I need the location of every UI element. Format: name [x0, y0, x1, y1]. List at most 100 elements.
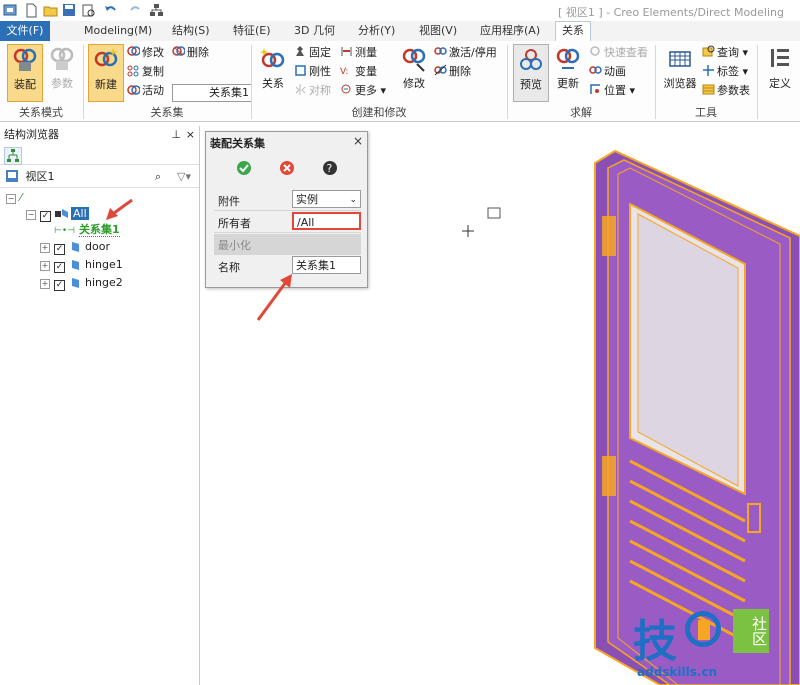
- tab-modeling[interactable]: Modeling(M): [78, 22, 158, 40]
- expand-icon[interactable]: +: [40, 261, 50, 271]
- modify-button[interactable]: 修改: [127, 45, 164, 61]
- tree-item-relation-set[interactable]: ⊢•⊣ 关系集1: [54, 222, 120, 238]
- attachment-value: 实例: [296, 193, 318, 206]
- ribbon-tabs: 文件(F) Modeling(M) 结构(S) 特征(E) 3D 几何 分析(Y…: [0, 21, 800, 42]
- print-preview-icon[interactable]: [81, 3, 96, 18]
- browser-title: 结构浏览器: [4, 128, 59, 141]
- redo-icon[interactable]: [128, 3, 143, 18]
- binoculars-icon[interactable]: ⌕: [155, 167, 161, 187]
- update-label: 更新: [557, 77, 579, 90]
- dialog-close-icon[interactable]: ×: [353, 134, 363, 148]
- tree-root[interactable]: − ⁄: [6, 190, 22, 206]
- undo-icon[interactable]: [103, 3, 118, 18]
- delete-button[interactable]: 删除: [172, 45, 209, 61]
- checkbox[interactable]: ✓: [54, 262, 65, 273]
- tab-structure[interactable]: 结构(S): [166, 22, 216, 40]
- label-button[interactable]: 标签 ▾: [702, 64, 748, 80]
- save-icon[interactable]: [62, 3, 77, 18]
- copy-button[interactable]: 复制: [127, 64, 164, 80]
- tab-analysis[interactable]: 分析(Y): [352, 22, 401, 40]
- new-set-icon: [93, 47, 119, 73]
- part-icon: [69, 240, 85, 252]
- rigid-button[interactable]: 刚性: [294, 64, 331, 80]
- annotation-arrow: [106, 198, 133, 220]
- tab-applications[interactable]: 应用程序(A): [474, 22, 546, 40]
- checkbox[interactable]: ✓: [54, 280, 65, 291]
- tab-relations[interactable]: 关系: [555, 21, 591, 42]
- more-button[interactable]: 更多 ▾: [340, 83, 386, 99]
- params-icon: [49, 46, 75, 72]
- browser-button[interactable]: 浏览器: [660, 44, 700, 100]
- relation-button[interactable]: 关系: [256, 44, 290, 100]
- name-field[interactable]: 关系集1: [292, 256, 361, 274]
- open-folder-icon[interactable]: [43, 3, 58, 18]
- preview-label: 预览: [520, 78, 542, 91]
- network-icon[interactable]: [149, 3, 164, 18]
- tab-file[interactable]: 文件(F): [0, 21, 50, 41]
- animation-button[interactable]: 动画: [589, 64, 626, 80]
- ok-button[interactable]: [236, 160, 252, 179]
- query-button[interactable]: 查询 ▾: [702, 45, 748, 61]
- new-file-icon[interactable]: [24, 3, 39, 18]
- checkbox[interactable]: ✓: [40, 211, 51, 222]
- position-button[interactable]: 位置 ▾: [589, 83, 635, 99]
- tree-item-hinge1[interactable]: + ✓ hinge1: [40, 257, 123, 273]
- relation-label: 关系: [262, 77, 284, 90]
- measure-button[interactable]: 测量: [340, 45, 377, 61]
- viewport-icon: [6, 169, 18, 182]
- delete2-button[interactable]: 删除: [434, 64, 471, 80]
- preview-button[interactable]: 预览: [513, 44, 549, 102]
- tab-3d-geometry[interactable]: 3D 几何: [288, 22, 341, 40]
- owner-field[interactable]: /All: [292, 212, 361, 230]
- browser-view-row[interactable]: 视区1 ⌕ ▽▾: [0, 167, 199, 188]
- animation-label: 动画: [604, 65, 626, 78]
- close-icon[interactable]: ×: [186, 126, 195, 144]
- new-set-button[interactable]: 新建: [88, 44, 124, 102]
- new-set-label: 新建: [95, 78, 117, 91]
- variable-button[interactable]: V: 变量: [340, 64, 377, 80]
- expand-icon[interactable]: +: [40, 279, 50, 289]
- attachment-select[interactable]: 实例 ⌄: [292, 190, 361, 208]
- fix-button[interactable]: 固定: [294, 45, 331, 61]
- assembly-button[interactable]: 装配: [7, 44, 43, 102]
- active-button[interactable]: 活动: [127, 83, 164, 99]
- tree-label-hinge2: hinge2: [85, 276, 123, 289]
- animation-icon: [589, 64, 602, 77]
- collapse-icon[interactable]: −: [26, 210, 36, 220]
- cancel-button[interactable]: [279, 160, 295, 179]
- tree-item-door[interactable]: + ✓ door: [40, 239, 110, 255]
- checkbox[interactable]: ✓: [54, 244, 65, 255]
- quick-view-button[interactable]: 快速查看: [589, 45, 648, 61]
- modify-label: 修改: [142, 46, 164, 59]
- active-label: 活动: [142, 84, 164, 97]
- tree-item-hinge2[interactable]: + ✓ hinge2: [40, 275, 123, 291]
- filter-icon[interactable]: ▽▾: [177, 167, 191, 187]
- param-table-button[interactable]: 参数表: [702, 83, 750, 99]
- assembly-icon: [12, 47, 38, 73]
- help-button[interactable]: ?: [322, 160, 338, 179]
- fix-label: 固定: [309, 46, 331, 59]
- tree-label-door: door: [85, 240, 110, 253]
- pin-icon[interactable]: ⊥: [171, 126, 181, 144]
- tree-tab-icon[interactable]: [4, 147, 22, 165]
- define-button[interactable]: 定义: [763, 44, 797, 100]
- ribbon: 装配 参数 关系模式 新建 修改 删除 复制 活动 关系集1 关系集 关系 固定: [0, 41, 800, 122]
- part-icon: [69, 258, 85, 270]
- tab-feature[interactable]: 特征(E): [227, 22, 277, 40]
- symmetric-button[interactable]: 对称: [294, 83, 331, 99]
- tab-view[interactable]: 视图(V): [413, 22, 463, 40]
- expand-icon[interactable]: +: [40, 243, 50, 253]
- collapse-icon[interactable]: −: [6, 194, 16, 204]
- activate-button[interactable]: 激活/停用: [434, 45, 497, 61]
- modify2-button[interactable]: 修改: [397, 44, 431, 100]
- relation-set-input[interactable]: 关系集1: [172, 84, 252, 102]
- tree-label-all: All: [71, 207, 89, 220]
- minimize-row[interactable]: 最小化: [214, 234, 361, 255]
- params-button[interactable]: 参数: [45, 44, 79, 100]
- tree-item-all[interactable]: − ✓ All: [26, 206, 89, 222]
- watermark-brand: 技: [633, 616, 677, 667]
- watermark: 技 社区 addskills.cn: [633, 605, 800, 685]
- app-icon: [3, 3, 18, 18]
- update-button[interactable]: 更新: [551, 44, 585, 100]
- watermark-text: addskills.cn: [637, 665, 718, 679]
